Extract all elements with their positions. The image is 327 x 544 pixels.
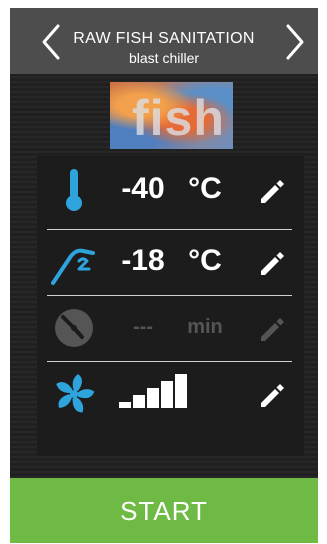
time-unit: min	[187, 316, 223, 338]
core-probe-icon	[51, 248, 95, 285]
program-subtitle: blast chiller	[128, 50, 200, 66]
clock-icon	[55, 309, 93, 347]
pencil-icon	[261, 318, 284, 341]
probe-unit: °C	[188, 244, 222, 277]
fan-icon	[56, 374, 95, 413]
probe-value: -18	[121, 244, 165, 277]
setting-row-fan	[37, 362, 304, 426]
next-program-button[interactable]	[280, 22, 310, 62]
setting-row-time: --- min	[37, 296, 304, 360]
settings-panel: -40 °C -18 °C --- min	[37, 156, 304, 456]
program-thumbnail: fish	[110, 82, 233, 149]
program-header: RAW FISH SANITATION blast chiller	[10, 8, 318, 74]
program-body: fish -40 °C -18 °C --- min	[10, 74, 318, 478]
setting-row-probe: -18 °C	[37, 230, 304, 294]
setting-row-temperature: -40 °C	[37, 158, 304, 222]
fan-level-bar	[147, 388, 159, 408]
temperature-value: -40	[121, 172, 165, 205]
thumbnail-word: fish	[132, 90, 225, 146]
fan-level-bar	[133, 395, 145, 408]
fan-speed-level	[119, 374, 199, 408]
fan-level-bar	[119, 402, 131, 408]
program-title: RAW FISH SANITATION	[73, 30, 255, 47]
start-button[interactable]: START	[10, 478, 318, 543]
app-frame: RAW FISH SANITATION blast chiller fish -…	[10, 8, 318, 543]
temperature-unit: °C	[188, 172, 222, 205]
time-value: ---	[133, 316, 153, 338]
pencil-icon[interactable]	[255, 379, 287, 411]
chevron-right-icon	[286, 24, 304, 60]
fan-level-bar	[175, 374, 187, 408]
thermometer-icon	[66, 169, 82, 211]
fan-level-bar	[161, 381, 173, 408]
pencil-icon[interactable]	[255, 175, 287, 207]
pencil-icon[interactable]	[255, 247, 287, 279]
